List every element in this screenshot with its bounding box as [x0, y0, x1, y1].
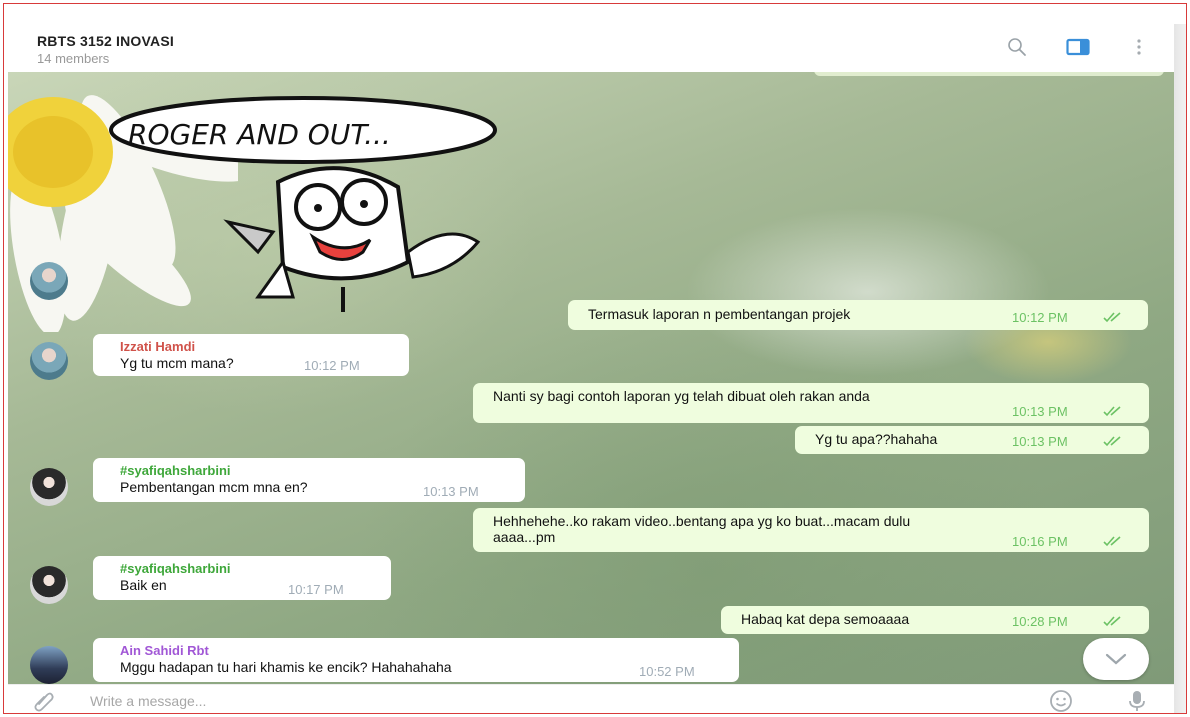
message-time: 10:13 PM	[423, 484, 479, 499]
more-icon	[1137, 39, 1141, 55]
sidebar-toggle-icon	[1066, 38, 1090, 56]
message-text: Termasuk laporan n pembentangan projek	[588, 306, 851, 322]
read-ticks-icon	[1103, 436, 1121, 447]
sender-name[interactable]: #syafiqahsharbini	[120, 463, 231, 478]
message-time: 10:28 PM	[1012, 614, 1068, 629]
message-bubble-incoming[interactable]: Ain Sahidi Rbt Mggu hadapan tu hari kham…	[93, 638, 739, 682]
message-text: Mggu hadapan tu hari khamis ke encik? Ha…	[120, 659, 452, 675]
read-ticks-icon	[1103, 536, 1121, 547]
message-bubble-outgoing[interactable]: Termasuk laporan n pembentangan projek 1…	[568, 300, 1148, 330]
message-text: Nanti sy bagi contoh laporan yg telah di…	[493, 388, 870, 404]
message-text: Baik en	[120, 577, 167, 593]
message-time: 10:12 PM	[1012, 310, 1068, 325]
message-bubble-outgoing[interactable]: Habaq kat depa semoaaaa 10:28 PM	[721, 606, 1149, 634]
more-options-button[interactable]	[1126, 34, 1152, 60]
window-edge	[1174, 24, 1186, 713]
scroll-to-bottom-button[interactable]	[1083, 638, 1149, 680]
message-bubble-outgoing[interactable]: Yg tu apa??hahaha 10:13 PM	[795, 426, 1149, 454]
message-bubble-outgoing[interactable]: Hehhehehe..ko rakam video..bentang apa y…	[473, 508, 1149, 552]
sender-name[interactable]: #syafiqahsharbini	[120, 561, 231, 576]
emoji-icon[interactable]	[1048, 689, 1074, 713]
message-time: 10:13 PM	[1012, 404, 1068, 419]
chat-title[interactable]: RBTS 3152 INOVASI	[37, 33, 174, 49]
message-input[interactable]	[90, 689, 990, 713]
message-text: Pembentangan mcm mna en?	[120, 479, 308, 495]
sender-name[interactable]: Izzati Hamdi	[120, 339, 195, 354]
avatar[interactable]	[30, 646, 68, 684]
message-time: 10:12 PM	[304, 358, 360, 373]
message-bubble-incoming[interactable]: #syafiqahsharbini Pembentangan mcm mna e…	[93, 458, 525, 502]
message-time: 10:13 PM	[1012, 434, 1068, 449]
message-list[interactable]: ROGER AND OUT... Termasuk laporan n pemb…	[8, 72, 1174, 684]
read-ticks-icon	[1103, 406, 1121, 417]
avatar[interactable]	[30, 566, 68, 604]
roger-sticker: ROGER AND OUT...	[109, 96, 497, 312]
chevron-down-icon	[1105, 653, 1127, 665]
chat-header: RBTS 3152 INOVASI 14 members	[8, 24, 1174, 72]
read-ticks-icon	[1103, 312, 1121, 323]
avatar[interactable]	[30, 468, 68, 506]
mic-icon[interactable]	[1126, 689, 1148, 713]
message-bubble-incoming[interactable]: #syafiqahsharbini Baik en 10:17 PM	[93, 556, 391, 600]
avatar[interactable]	[30, 342, 68, 380]
message-text-line1: Hehhehehe..ko rakam video..bentang apa y…	[493, 513, 911, 529]
app-window: RBTS 3152 INOVASI 14 members ROGER AND O…	[3, 3, 1187, 714]
read-ticks-icon	[1103, 616, 1121, 627]
message-text: Yg tu mcm mana?	[120, 355, 234, 371]
previous-message-edge	[814, 72, 1164, 76]
message-time: 10:16 PM	[1012, 534, 1068, 549]
sidebar-toggle-button[interactable]	[1065, 34, 1091, 60]
message-text: Yg tu apa??hahaha	[815, 431, 938, 447]
sticker-caption: ROGER AND OUT...	[128, 118, 391, 151]
member-count[interactable]: 14 members	[37, 51, 109, 66]
sender-name[interactable]: Ain Sahidi Rbt	[120, 643, 209, 658]
message-time: 10:52 PM	[639, 664, 695, 679]
message-bubble-incoming[interactable]: Izzati Hamdi Yg tu mcm mana? 10:12 PM	[93, 334, 409, 376]
avatar[interactable]	[30, 262, 68, 300]
search-icon	[1008, 38, 1026, 56]
message-text-line2: aaaa...pm	[493, 529, 556, 545]
message-composer	[8, 684, 1174, 713]
attach-icon[interactable]	[32, 689, 56, 713]
message-bubble-outgoing[interactable]: Nanti sy bagi contoh laporan yg telah di…	[473, 383, 1149, 423]
message-text: Habaq kat depa semoaaaa	[741, 611, 910, 627]
message-time: 10:17 PM	[288, 582, 344, 597]
search-button[interactable]	[1004, 34, 1030, 60]
